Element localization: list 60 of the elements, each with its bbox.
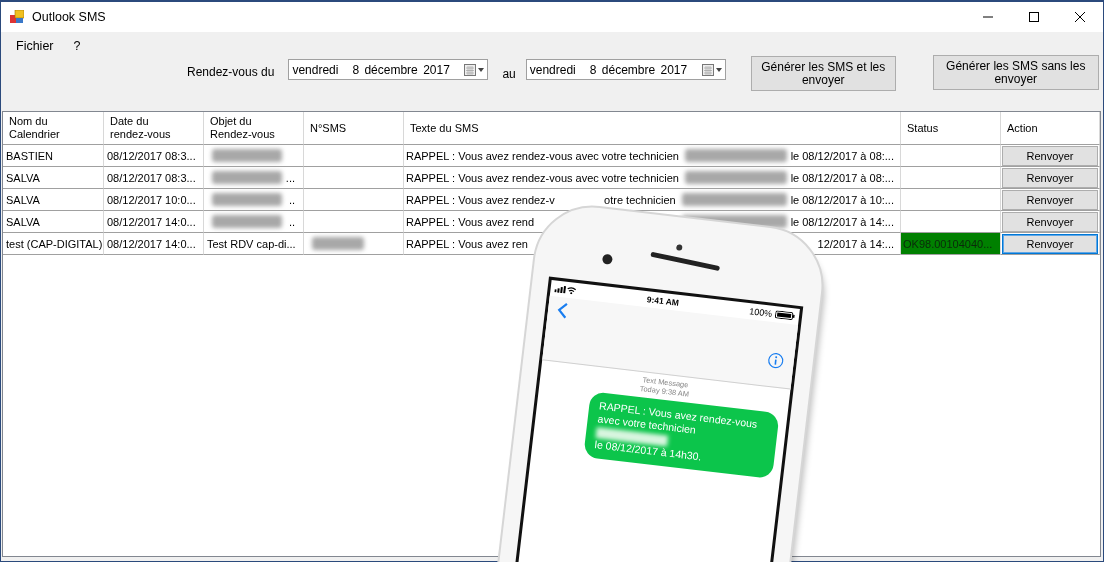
battery-icon — [774, 310, 796, 321]
resend-button[interactable]: Renvoyer — [1002, 145, 1098, 166]
cell-text: SALVA — [6, 215, 40, 228]
info-icon[interactable] — [766, 351, 785, 370]
cell-text: RAPPEL : Vous avez ren — [406, 237, 528, 250]
column-header[interactable]: N°SMS — [310, 121, 347, 135]
column-header[interactable]: Date du rendez-vous — [110, 115, 188, 141]
cell-text: RAPPEL : Vous avez rend — [406, 215, 534, 228]
signal-wifi-icon — [554, 284, 577, 295]
cell-text: SALVA — [6, 171, 40, 184]
cell-text: le 08/12/2017 à 10:... — [790, 193, 894, 206]
date-picker[interactable]: vendredi 8 décembre 2017 — [288, 59, 489, 80]
column-header[interactable]: Action — [1007, 121, 1038, 135]
column-header[interactable]: Texte du SMS — [410, 121, 479, 135]
cell-text: .. — [288, 215, 295, 228]
cell-text: 08/12/2017 08:3... — [107, 149, 196, 162]
cell-text: le 08/12/2017 à 14:... — [790, 215, 894, 228]
column-header[interactable]: Nom du Calendrier — [9, 115, 87, 141]
cell-text: Test RDV cap-di... — [207, 237, 296, 250]
from-label: Rendez-vous du — [187, 65, 275, 79]
message-text: le 08/12/2017 à 14h30. — [593, 438, 704, 465]
message-text: RAPPEL : Vous avez rendez-vous avec votre technicien — [597, 399, 758, 436]
menu-item[interactable]: Fichier — [16, 37, 54, 55]
maximize-icon — [1029, 12, 1039, 22]
app-icon — [10, 10, 24, 24]
back-icon[interactable] — [555, 300, 570, 320]
cell-text: le 08/12/2017 à 08:... — [790, 149, 894, 162]
cell-text: 12/2017 à 14:... — [817, 237, 894, 250]
cell-text: SALVA — [6, 193, 40, 206]
clock-text: 9:41 AM — [646, 294, 680, 308]
cell-text: test (CAP-DIGITAL) — [6, 237, 103, 250]
status-cell: OK98.00104040... — [901, 233, 1000, 254]
window-title: Outlook SMS — [32, 10, 107, 24]
calendar-dropdown-icon[interactable] — [464, 63, 485, 76]
close-icon — [1075, 12, 1085, 22]
resend-button[interactable]: Renvoyer — [1002, 167, 1098, 188]
resend-button[interactable]: Renvoyer — [1002, 189, 1098, 210]
date-picker[interactable]: vendredi 8 décembre 2017 — [525, 59, 726, 80]
column-header[interactable]: Objet du Rendez-vous — [210, 115, 288, 141]
calendar-dropdown-icon[interactable] — [701, 63, 722, 76]
cell-text: 08/12/2017 14:0... — [107, 215, 196, 228]
cell-text: RAPPEL : Vous avez rendez-vous avec votre technicien — [406, 149, 679, 162]
cell-text: .. — [288, 193, 295, 206]
menu-item[interactable]: ? — [73, 37, 81, 55]
resend-button[interactable]: Renvoyer — [1002, 233, 1098, 254]
cell-text: RAPPEL : Vous avez rendez-v — [406, 193, 555, 206]
cell-text: 08/12/2017 14:0... — [107, 237, 196, 250]
generate-button[interactable]: Générer les SMS sans les envoyer — [932, 55, 1099, 90]
resend-button[interactable]: Renvoyer — [1002, 211, 1098, 232]
to-label: au — [502, 67, 516, 81]
cell-text: ... — [285, 171, 295, 184]
battery-percent: 100% — [748, 306, 773, 319]
cell-text: RAPPEL : Vous avez rendez-vous avec votre technicien — [406, 171, 679, 184]
cell-text: le 08/12/2017 à 08:... — [790, 171, 894, 184]
column-header[interactable]: Status — [907, 121, 939, 135]
generate-button[interactable]: Générer les SMS et les envoyer — [750, 56, 896, 91]
cell-text: 08/12/2017 10:0... — [107, 193, 196, 206]
cell-text: 08/12/2017 08:3... — [107, 171, 196, 184]
cell-text: otre technicien — [604, 193, 676, 206]
cell-text: BASTIEN — [6, 149, 54, 162]
